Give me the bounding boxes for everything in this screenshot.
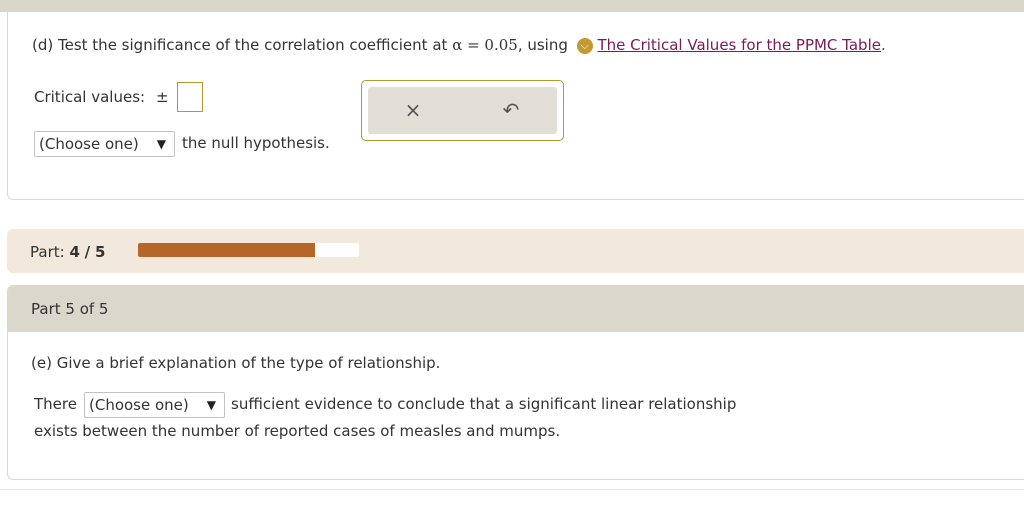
total-parts: 5	[94, 243, 106, 261]
clear-button[interactable]: ×	[398, 95, 428, 125]
close-icon: ×	[404, 98, 422, 122]
dropdown-caret-icon: ▼	[156, 137, 166, 151]
alpha-expression: α = 0.05	[452, 36, 518, 54]
null-hypothesis-text: the null hypothesis.	[182, 134, 330, 152]
part-separator: /	[84, 243, 91, 261]
part-progress-label: Part: 4 / 5	[30, 243, 106, 261]
part-d-question: (d) Test the significance of the correla…	[32, 36, 886, 54]
current-part: 4	[69, 243, 80, 261]
question-text: (d) Test the significance of the correla…	[32, 36, 448, 54]
period: .	[880, 36, 886, 54]
part-e-header-bar	[8, 286, 1024, 332]
evidence-select[interactable]: (Choose one) ▼	[84, 392, 225, 418]
answer-actions-panel: × ↶	[361, 80, 564, 141]
part-header: Part 5 of 5	[31, 300, 109, 318]
conclusion-text-line2: exists between the number of reported ca…	[34, 422, 561, 440]
actions-inner: × ↶	[368, 87, 557, 134]
select-value: (Choose one)	[89, 396, 189, 414]
null-hypothesis-select[interactable]: (Choose one) ▼	[34, 131, 175, 157]
critical-values-label: Critical values:	[34, 88, 146, 106]
undo-button[interactable]: ↶	[496, 95, 526, 125]
dropdown-caret-icon: ▼	[206, 398, 216, 412]
select-value: (Choose one)	[39, 135, 139, 153]
plus-minus-symbol: ±	[156, 88, 169, 106]
undo-icon: ↶	[502, 98, 520, 122]
part-e-question: (e) Give a brief explanation of the type…	[31, 354, 441, 372]
using-text: , using	[517, 36, 568, 54]
part-e-card	[7, 285, 1024, 480]
conclusion-text: sufficient evidence to conclude that a s…	[231, 395, 737, 413]
chevron-down-icon[interactable]: ⌵	[576, 38, 593, 54]
progress-fill	[138, 243, 315, 257]
critical-value-input[interactable]	[177, 82, 203, 112]
there-text: There	[34, 395, 77, 413]
top-bar	[0, 0, 1024, 12]
ppmc-table-link[interactable]: The Critical Values for the PPMC Table	[597, 36, 881, 54]
divider	[0, 489, 1024, 490]
